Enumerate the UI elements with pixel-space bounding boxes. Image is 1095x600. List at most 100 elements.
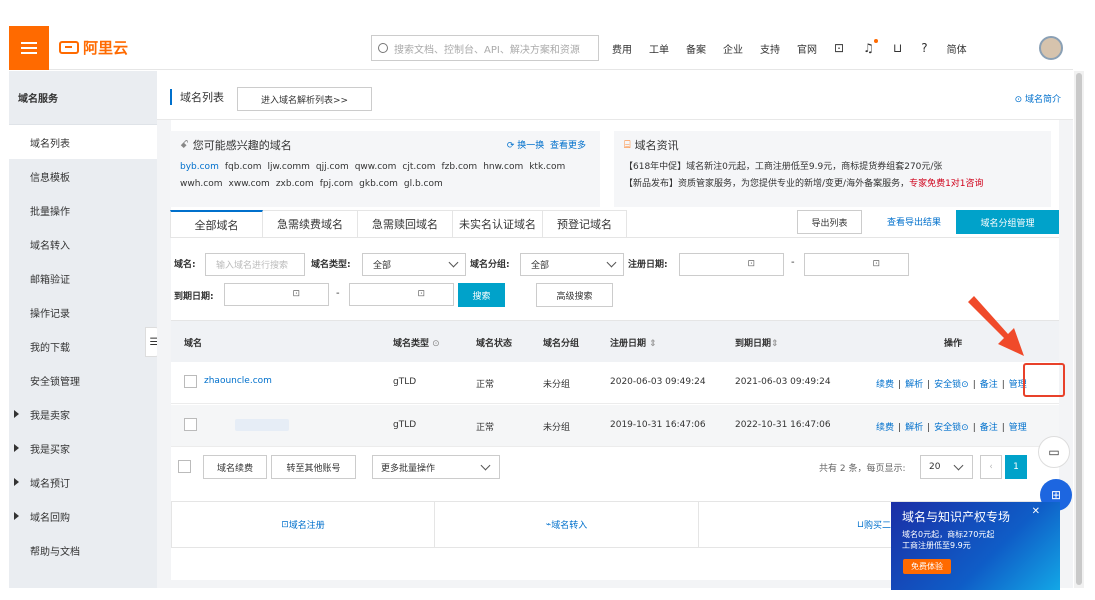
- sidebar-item-downloads[interactable]: 我的下载: [9, 329, 157, 363]
- nav-enterprise[interactable]: 企业: [723, 41, 743, 56]
- hamburger-menu-button[interactable]: [9, 25, 49, 70]
- suggested-domain[interactable]: fqb.com: [225, 162, 262, 172]
- tab-all-domains[interactable]: 全部域名: [170, 210, 263, 238]
- group-manage-button[interactable]: 域名分组管理: [956, 210, 1059, 234]
- suggested-domain[interactable]: gkb.com: [359, 179, 398, 189]
- reg-date-start[interactable]: ⊡: [679, 253, 784, 276]
- export-results-link[interactable]: 查看导出结果: [887, 215, 941, 228]
- service-domain-register[interactable]: ⊡ 域名注册: [171, 501, 435, 548]
- search-button[interactable]: 搜索: [458, 283, 505, 307]
- export-list-button[interactable]: 导出列表: [797, 210, 862, 234]
- suggested-domain[interactable]: zxb.com: [276, 179, 314, 189]
- exp-date-start[interactable]: ⊡: [224, 283, 329, 306]
- group-select[interactable]: 全部: [520, 253, 624, 276]
- bulk-more-select[interactable]: 更多批量操作: [372, 455, 500, 479]
- nav-ticket[interactable]: 工单: [649, 41, 669, 56]
- tab-renew-needed[interactable]: 急需续费域名: [263, 210, 358, 238]
- sidebar-item-domain-list[interactable]: 域名列表: [9, 125, 157, 159]
- terminal-icon[interactable]: ⊡: [834, 41, 844, 55]
- manage-link[interactable]: 管理: [1009, 423, 1027, 433]
- dns-list-button[interactable]: 进入域名解析列表>>: [237, 87, 372, 111]
- scrollbar-thumb[interactable]: [1076, 73, 1082, 585]
- domain-intro-link[interactable]: ⊙ 域名简介: [1015, 92, 1061, 105]
- aliyun-logo[interactable]: 阿里云: [59, 37, 128, 58]
- sidebar-item-info-template[interactable]: 信息模板: [9, 159, 157, 193]
- close-icon[interactable]: ✕: [1032, 506, 1040, 517]
- sidebar-item-buyback[interactable]: 域名回购: [9, 499, 157, 533]
- refresh-icon[interactable]: ⟳: [507, 141, 517, 151]
- suggested-domain[interactable]: cjt.com: [402, 162, 435, 172]
- select-all-checkbox[interactable]: [178, 460, 191, 473]
- suggested-domain[interactable]: gl.b.com: [404, 179, 443, 189]
- promo-ad-banner[interactable]: ✕ 域名与知识产权专场 域名0元起，商标270元起 工商注册低至9.9元 免费体…: [891, 502, 1060, 590]
- tab-redeem-needed[interactable]: 急需赎回域名: [358, 210, 453, 238]
- suggested-domain[interactable]: ljw.comm: [268, 162, 310, 172]
- reg-date-end[interactable]: ⊡: [804, 253, 909, 276]
- sidebar-item-help-docs[interactable]: 帮助与文档: [9, 533, 157, 567]
- help-circle-icon[interactable]: ⊙: [432, 339, 440, 349]
- help-circle-icon[interactable]: ⊙: [961, 423, 969, 433]
- refresh-link[interactable]: 换一换: [517, 141, 544, 151]
- nav-official-site[interactable]: 官网: [797, 41, 817, 56]
- language-switch[interactable]: 简体: [947, 41, 967, 56]
- sidebar-item-seller[interactable]: 我是卖家: [9, 397, 157, 431]
- sort-icon[interactable]: ⇕: [771, 339, 779, 349]
- suggested-domain[interactable]: fzb.com: [441, 162, 477, 172]
- tab-preregistered[interactable]: 预登记域名: [543, 210, 627, 238]
- feedback-chat-button[interactable]: ▭: [1038, 436, 1070, 468]
- suggested-domain[interactable]: byb.com: [180, 162, 219, 172]
- sidebar-item-transfer-in[interactable]: 域名转入: [9, 227, 157, 261]
- advanced-search-button[interactable]: 高级搜索: [536, 283, 613, 307]
- exp-date-end[interactable]: ⊡: [349, 283, 454, 306]
- cart-icon[interactable]: ⊔: [893, 41, 902, 55]
- service-domain-transfer[interactable]: ⌁ 域名转入: [434, 501, 699, 548]
- renew-link[interactable]: 续费: [876, 423, 894, 433]
- remark-link[interactable]: 备注: [980, 380, 998, 390]
- dns-link[interactable]: 解析: [905, 380, 923, 390]
- sidebar-item-reserve[interactable]: 域名预订: [9, 465, 157, 499]
- user-avatar[interactable]: [1039, 36, 1063, 60]
- sort-icon[interactable]: ⇕: [649, 339, 657, 349]
- domain-search-input[interactable]: 输入域名进行搜索: [205, 253, 305, 276]
- row-checkbox[interactable]: [184, 418, 197, 431]
- redacted-domain[interactable]: [235, 419, 289, 431]
- dns-link[interactable]: 解析: [905, 423, 923, 433]
- news-line-2-text[interactable]: 【新品发布】资质管家服务，为您提供专业的新增/变更/海外备案服务，: [624, 179, 909, 189]
- suggested-domain[interactable]: wwh.com: [180, 179, 223, 189]
- page-scrollbar[interactable]: [1074, 71, 1084, 588]
- security-lock-link[interactable]: 安全锁: [934, 423, 961, 433]
- domain-link[interactable]: zhaouncle.com: [204, 376, 272, 386]
- security-lock-link[interactable]: 安全锁: [934, 380, 961, 390]
- page-size-select[interactable]: 20: [920, 455, 973, 479]
- see-more-link[interactable]: 查看更多: [550, 141, 586, 151]
- bulk-renew-button[interactable]: 域名续费: [203, 455, 267, 479]
- news-line-1[interactable]: 【618年中促】域名新注0元起，工商注册低至9.9元，商标提货券组套270元/张: [624, 159, 1041, 176]
- suggested-domain[interactable]: xww.com: [229, 179, 270, 189]
- remark-link[interactable]: 备注: [980, 423, 998, 433]
- help-circle-icon[interactable]: ⊙: [961, 380, 969, 390]
- expert-consult-link[interactable]: 专家免费1对1咨询: [909, 179, 983, 189]
- nav-support[interactable]: 支持: [760, 41, 780, 56]
- sidebar-item-op-log[interactable]: 操作记录: [9, 295, 157, 329]
- renew-link[interactable]: 续费: [876, 380, 894, 390]
- tab-unverified[interactable]: 未实名认证域名: [453, 210, 543, 238]
- suggested-domain[interactable]: qww.com: [355, 162, 397, 172]
- sidebar-item-security-lock[interactable]: 安全锁管理: [9, 363, 157, 397]
- type-select[interactable]: 全部: [362, 253, 466, 276]
- row-checkbox[interactable]: [184, 375, 197, 388]
- nav-billing[interactable]: 费用: [612, 41, 632, 56]
- suggested-domain[interactable]: fpj.com: [320, 179, 353, 189]
- page-number-current[interactable]: 1: [1005, 455, 1027, 479]
- global-search-input[interactable]: 搜索文档、控制台、API、解决方案和资源: [371, 35, 599, 61]
- suggested-domain[interactable]: qjj.com: [316, 162, 349, 172]
- col-reg-date[interactable]: 注册日期 ⇕: [610, 336, 657, 349]
- suggested-domain[interactable]: ktk.com: [529, 162, 565, 172]
- help-icon[interactable]: ?: [921, 41, 927, 55]
- transfer-account-button[interactable]: 转至其他账号: [271, 455, 356, 479]
- sidebar-item-batch-ops[interactable]: 批量操作: [9, 193, 157, 227]
- prev-page-button[interactable]: ‹: [980, 455, 1002, 479]
- bell-icon[interactable]: ♫: [863, 39, 878, 55]
- nav-icp[interactable]: 备案: [686, 41, 706, 56]
- sidebar-item-buyer[interactable]: 我是买家: [9, 431, 157, 465]
- sidebar-item-email-verify[interactable]: 邮箱验证: [9, 261, 157, 295]
